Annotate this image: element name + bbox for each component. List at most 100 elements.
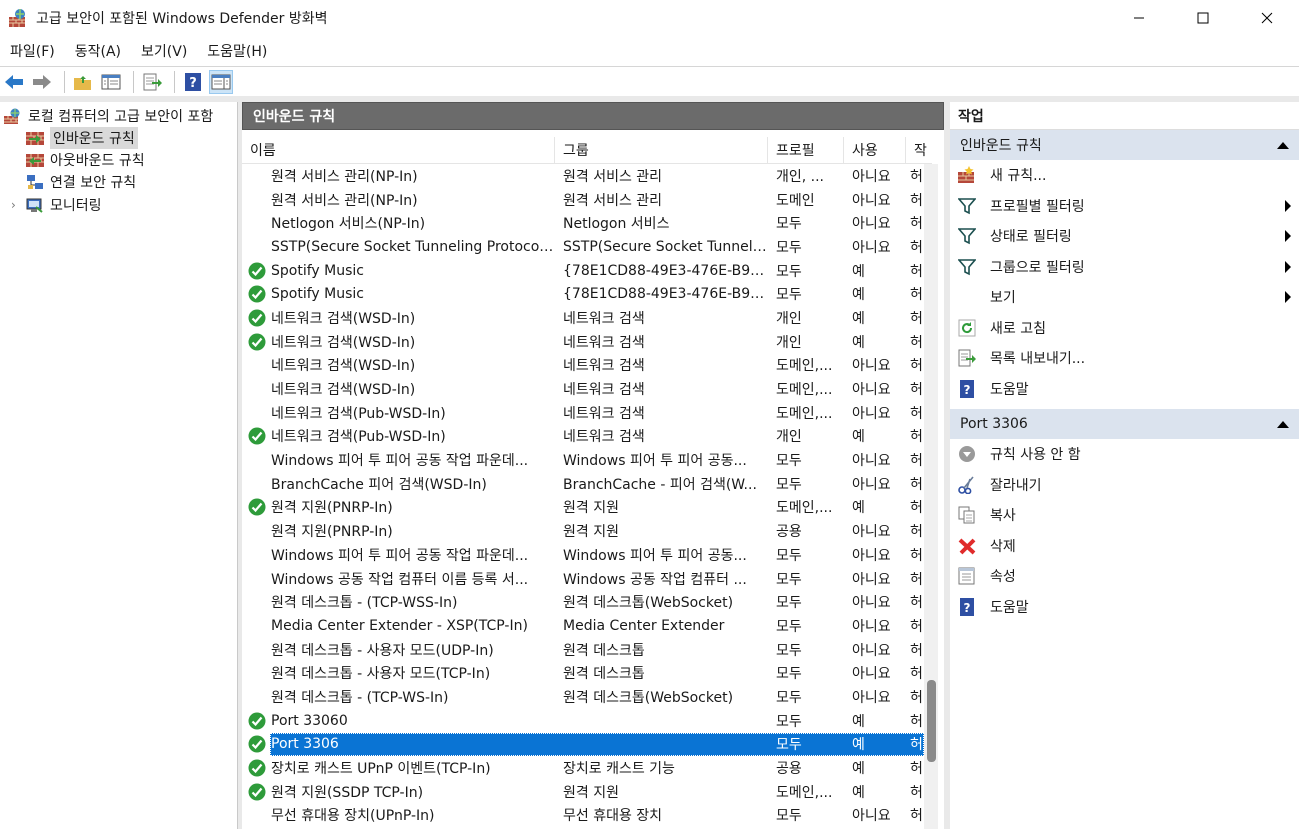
rule-row[interactable]: 무선 휴대용 장치(UPnP-In) 무선 휴대용 장치 모두 아니요 허 [242,804,924,828]
rule-row[interactable]: 네트워크 검색(Pub-WSD-In) 네트워크 검색 개인 예 허 [242,425,924,449]
filter-icon [958,228,976,245]
actions-section-inbound-rules[interactable]: 인바운드 규칙 [950,130,1299,160]
action-label: 새로 고침 [990,320,1046,337]
tree-expand-chevron-icon[interactable]: › [11,198,16,212]
up-folder-button[interactable] [71,70,95,94]
export-list-button[interactable] [140,70,164,94]
show-hide-action-pane-button[interactable] [209,69,233,94]
disable-rule-icon [959,446,975,463]
rule-row[interactable]: 원격 지원(PNRP-In) 원격 지원 공용 아니요 허 [242,519,924,543]
rule-profile: 모두 [776,666,802,683]
back-button[interactable] [2,70,26,94]
rule-row[interactable]: 원격 데스크톱 - (TCP-WSS-In) 원격 데스크톱(WebSocket)… [242,590,924,614]
help-book-icon: ? [185,72,201,91]
filter-by-group-action[interactable]: 그룹으로 필터링 [950,252,1299,283]
tree-item-outbound-rules[interactable]: 아웃바운드 규칙 [26,149,145,171]
rule-row[interactable]: 원격 데스크톱 - 사용자 모드(TCP-In) 원격 데스크톱 모두 아니요 허 [242,661,924,685]
rule-row[interactable]: Spotify Music {78E1CD88-49E3-476E-B926-..… [242,282,924,306]
forward-button[interactable] [30,70,54,94]
menu-view[interactable]: 보기(V) [131,41,197,61]
rule-row[interactable]: Media Center Extender - XSP(TCP-In) Media… [242,614,924,638]
rule-row[interactable]: Windows 피어 투 피어 공동 작업 파운데... Windows 피어 투… [242,448,924,472]
rule-name: Windows 피어 투 피어 공동 작업 파운데... [271,547,529,564]
column-header-profile[interactable]: 프로필 [768,136,844,164]
rule-row[interactable]: Port 3306 모두 예 허 [242,732,924,757]
disable-rule-action[interactable]: 규칙 사용 안 함 [950,439,1299,470]
rule-group: Windows 피어 투 피어 공동... [563,547,747,564]
close-button[interactable] [1235,0,1299,36]
help-action[interactable]: ? 도움말 [950,592,1299,623]
rule-row[interactable]: 원격 데스크톱 - (TCP-WS-In) 원격 데스크톱(WebSocket) 모… [242,685,924,709]
help-icon: ? [960,597,974,616]
menu-action[interactable]: 동작(A) [65,41,131,61]
rule-row[interactable]: 원격 지원(SSDP TCP-In) 원격 지원 도메인,... 예 허 [242,780,924,804]
rule-row[interactable]: Spotify Music {78E1CD88-49E3-476E-B926-..… [242,259,924,283]
column-header-action[interactable]: 작 [906,137,932,164]
column-header-name[interactable]: 이름 [242,136,555,164]
filter-by-state-action[interactable]: 상태로 필터링 [950,221,1299,252]
rule-enabled: 예 [852,287,865,304]
rule-row[interactable]: 원격 데스크톱 - 사용자 모드(UDP-In) 원격 데스크톱 모두 아니요 허 [242,638,924,662]
tree-item-connection-security-rules[interactable]: 연결 보안 규칙 [26,171,136,193]
rule-row[interactable]: Windows 피어 투 피어 공동 작업 파운데... Windows 피어 투… [242,543,924,567]
rule-row[interactable]: BranchCache 피어 검색(WSD-In) BranchCache - 피… [242,472,924,496]
view-action[interactable]: 보기 [950,282,1299,313]
rule-profile: 도메인 [776,192,815,209]
delete-action[interactable]: 삭제 [950,531,1299,562]
maximize-button[interactable] [1171,0,1235,36]
rule-row[interactable]: 네트워크 검색(WSD-In) 네트워크 검색 개인 예 허 [242,306,924,330]
rule-enabled: 아니요 [852,547,891,564]
export-list-action[interactable]: 목록 내보내기... [950,343,1299,374]
menu-help[interactable]: 도움말(H) [197,41,277,61]
action-label: 도움말 [990,381,1029,398]
rule-row[interactable]: Netlogon 서비스(NP-In) Netlogon 서비스 모두 아니요 허 [242,211,924,235]
minimize-button[interactable] [1107,0,1171,36]
column-header-enabled[interactable]: 사용 [844,136,906,164]
rule-row[interactable]: 네트워크 검색(Pub-WSD-In) 네트워크 검색 도메인,... 아니요 허 [242,401,924,425]
filter-icon [958,258,976,276]
help-button[interactable]: ? [181,70,205,94]
back-arrow-icon [5,74,23,89]
show-hide-console-tree-button[interactable] [99,70,123,94]
rule-row[interactable]: Windows 공동 작업 컴퓨터 이름 등록 서... Windows 공동 작… [242,567,924,591]
help-action[interactable]: ? 도움말 [950,374,1299,405]
tree-root-local-computer[interactable]: 로컬 컴퓨터의 고급 보안이 포함 [4,105,213,127]
rule-profile: 도메인,... [776,500,833,517]
rule-row[interactable]: 원격 지원(PNRP-In) 원격 지원 도메인,... 예 허 [242,496,924,520]
rule-row[interactable]: Port 33060 모두 예 허 [242,709,924,733]
rule-group: 원격 지원 [563,524,619,541]
export-list-icon [958,349,976,367]
rule-action: 허 [910,287,923,304]
rule-enabled: 예 [852,263,865,280]
tree-item-inbound-rules[interactable]: 인바운드 규칙 [26,127,138,149]
cut-action[interactable]: 잘라내기 [950,470,1299,501]
enabled-check-icon [248,759,266,777]
actions-section-port-3306[interactable]: Port 3306 [950,409,1299,439]
rule-row[interactable]: SSTP(Secure Socket Tunneling Protocol)(S… [242,235,924,259]
column-header-group[interactable]: 그룹 [555,136,768,164]
rule-row[interactable]: 원격 서비스 관리(NP-In) 원격 서비스 관리 도메인 아니요 허 [242,188,924,212]
rule-row[interactable]: 네트워크 검색(WSD-In) 네트워크 검색 도메인,... 아니요 허 [242,354,924,378]
rule-profile: 모두 [776,689,802,706]
new-rule-action[interactable]: 새 규칙... [950,160,1299,191]
rule-enabled: 아니요 [852,642,891,659]
rule-row[interactable]: 네트워크 검색(WSD-In) 네트워크 검색 도메인,... 아니요 허 [242,377,924,401]
vertical-scrollbar[interactable] [924,164,938,829]
tree-item-monitoring[interactable]: 모니터링 [26,194,102,216]
action-label: 보기 [990,290,1016,307]
rule-row[interactable]: 원격 서비스 관리(NP-In) 원격 서비스 관리 개인, ... 아니요 허 [242,164,924,188]
refresh-action[interactable]: 새로 고침 [950,313,1299,344]
firewall-app-icon [9,9,25,27]
rule-profile: 모두 [776,216,802,233]
copy-action[interactable]: 복사 [950,500,1299,531]
rule-row[interactable]: 네트워크 검색(WSD-In) 네트워크 검색 개인 예 허 [242,330,924,354]
menu-file[interactable]: 파일(F) [0,41,65,61]
enabled-check-icon [248,498,266,516]
properties-icon [958,567,975,585]
properties-action[interactable]: 속성 [950,561,1299,592]
rule-profile: 모두 [776,618,802,635]
rule-row[interactable]: 장치로 캐스트 UPnP 이벤트(TCP-In) 장치로 캐스트 기능 공용 예 허 [242,756,924,780]
filter-by-profile-action[interactable]: 프로필별 필터링 [950,191,1299,222]
scrollbar-thumb[interactable] [927,680,936,762]
rule-profile: 모두 [776,808,802,825]
